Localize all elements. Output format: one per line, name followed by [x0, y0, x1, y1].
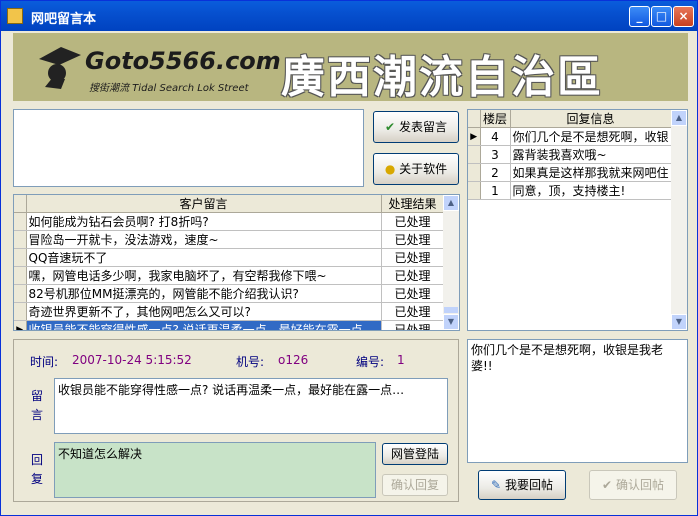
message-label-char1: 留 — [31, 389, 44, 403]
grid-corner — [468, 110, 481, 128]
maximize-button[interactable]: □ — [651, 6, 672, 27]
messages-scrollbar[interactable]: ▲ ▼ — [443, 195, 459, 330]
confirm-reply-button[interactable]: 确认回复 — [382, 474, 448, 496]
title-bar[interactable]: 网吧留言本 _ □ × — [1, 1, 697, 31]
edit-icon: ✎ — [491, 478, 502, 492]
message-cell[interactable]: 奇迹世界更新不了，其他网吧怎么又可以? — [26, 302, 382, 321]
reply-label-char1: 回 — [31, 453, 44, 467]
status-cell[interactable]: 已处理 — [381, 212, 445, 231]
message-label-char2: 言 — [31, 408, 44, 422]
app-window: 网吧留言本 _ □ × Goto5566.com 搜街潮流 Tidal Sear… — [0, 0, 698, 516]
col-header-message[interactable]: 客户留言 — [26, 195, 382, 213]
scroll-up-icon[interactable]: ▲ — [671, 110, 687, 126]
status-cell[interactable]: 已处理 — [381, 284, 445, 303]
grid-corner — [14, 195, 27, 213]
scroll-up-icon[interactable]: ▲ — [443, 195, 459, 211]
admin-login-button[interactable]: 网管登陆 — [382, 443, 448, 465]
replies-scrollbar[interactable]: ▲ ▼ — [671, 110, 687, 330]
floor-cell[interactable]: 3 — [480, 145, 511, 164]
table-row[interactable]: 奇迹世界更新不了，其他网吧怎么又可以? 已处理 — [14, 302, 445, 321]
row-indicator — [468, 163, 481, 182]
row-indicator — [468, 181, 481, 200]
time-label: 时间: — [30, 355, 59, 369]
check-icon: ✔ — [602, 478, 613, 492]
message-cell[interactable]: 如何能成为钻石会员啊? 打8折吗? — [26, 212, 382, 231]
message-cell[interactable]: 82号机那位MM挺漂亮的，网管能不能介绍我认识? — [26, 284, 382, 303]
message-cell[interactable]: QQ音速玩不了 — [26, 248, 382, 267]
table-row[interactable]: 如何能成为钻石会员啊? 打8折吗? 已处理 — [14, 212, 445, 231]
check-icon: ✔ — [385, 120, 396, 134]
post-message-button[interactable]: ✔ 发表留言 — [373, 111, 459, 143]
table-row[interactable]: 3 露背装我喜欢哦~ — [468, 145, 672, 164]
reply-cell[interactable]: 露背装我喜欢哦~ — [510, 145, 672, 164]
status-cell[interactable]: 已处理 — [381, 302, 445, 321]
app-icon — [7, 8, 23, 24]
confirm-post-button[interactable]: ✔ 确认回帖 — [589, 470, 677, 500]
window-title: 网吧留言本 — [31, 12, 97, 27]
scroll-down-icon[interactable]: ▼ — [443, 314, 459, 330]
id-label: 编号: — [356, 355, 385, 369]
status-cell[interactable]: 已处理 — [381, 320, 445, 330]
row-indicator — [14, 248, 27, 267]
logo-icon — [39, 47, 81, 89]
message-cell[interactable]: 嘿，网管电话多少啊，我家电脑坏了，有空帮我修下喂~ — [26, 266, 382, 285]
table-row[interactable]: QQ音速玩不了 已处理 — [14, 248, 445, 267]
lightbulb-icon: ● — [384, 162, 396, 176]
col-header-floor[interactable]: 楼层 — [480, 110, 511, 128]
banner-headline: 廣西潮流自治區 — [281, 52, 603, 101]
row-indicator — [14, 266, 27, 285]
col-header-status[interactable]: 处理结果 — [381, 195, 445, 213]
reply-cell[interactable]: 如果真是这样那我就来网吧住 — [510, 163, 672, 182]
message-input[interactable] — [13, 109, 364, 187]
floor-cell[interactable]: 2 — [480, 163, 511, 182]
scroll-thumb[interactable] — [444, 307, 458, 313]
replies-grid[interactable]: 楼层 回复信息 ▶ 4 你们几个是不是想死啊，收银 3 露背装我喜欢哦~ 2 如果真是这… — [467, 109, 688, 331]
reply-cell[interactable]: 你们几个是不是想死啊，收银 — [510, 127, 672, 146]
time-value: 2007-10-24 5:15:52 — [72, 353, 192, 367]
machine-value: o126 — [278, 353, 309, 367]
floor-cell[interactable]: 4 — [480, 127, 511, 146]
machine-label: 机号: — [236, 355, 265, 369]
table-row[interactable]: 2 如果真是这样那我就来网吧住 — [468, 163, 672, 182]
want-reply-button[interactable]: ✎ 我要回帖 — [478, 470, 566, 500]
about-button[interactable]: ● 关于软件 — [373, 153, 459, 185]
row-indicator — [14, 230, 27, 249]
banner: Goto5566.com 搜街潮流 Tidal Search Lok Stree… — [13, 33, 688, 101]
reply-label-char2: 复 — [31, 472, 44, 486]
table-row[interactable]: 82号机那位MM挺漂亮的，网管能不能介绍我认识? 已处理 — [14, 284, 445, 303]
table-row[interactable]: 冒险岛一开就卡，没法游戏，速度~ 已处理 — [14, 230, 445, 249]
message-cell[interactable]: 冒险岛一开就卡，没法游戏，速度~ — [26, 230, 382, 249]
row-indicator — [468, 145, 481, 164]
table-row[interactable]: 嘿，网管电话多少啊，我家电脑坏了，有空帮我修下喂~ 已处理 — [14, 266, 445, 285]
scroll-down-icon[interactable]: ▼ — [671, 314, 687, 330]
col-header-reply[interactable]: 回复信息 — [510, 110, 672, 128]
row-indicator — [14, 302, 27, 321]
minimize-button[interactable]: _ — [629, 6, 650, 27]
detail-panel: 时间: 2007-10-24 5:15:52 机号: o126 编号: 1 留 … — [13, 339, 459, 502]
reply-cell[interactable]: 同意，顶，支持楼主! — [510, 181, 672, 200]
row-indicator — [14, 212, 27, 231]
close-button[interactable]: × — [673, 6, 694, 27]
reply-textbox[interactable]: 不知道怎么解决 — [54, 442, 376, 498]
reply-detail[interactable]: 你们几个是不是想死啊，收银是我老婆!! — [467, 339, 688, 463]
status-cell[interactable]: 已处理 — [381, 248, 445, 267]
message-cell[interactable]: 收银员能不能穿得性感一点? 说话再温柔一点，最好能在露一点… — [26, 320, 382, 330]
status-cell[interactable]: 已处理 — [381, 266, 445, 285]
status-cell[interactable]: 已处理 — [381, 230, 445, 249]
table-row-selected[interactable]: ▶ 4 你们几个是不是想死啊，收银 — [468, 127, 672, 146]
current-row-arrow-icon: ▶ — [468, 127, 481, 146]
row-indicator — [14, 284, 27, 303]
site-name: Goto5566.com — [85, 47, 281, 75]
current-row-arrow-icon: ▶ — [14, 320, 27, 330]
message-detail[interactable]: 收银员能不能穿得性感一点? 说话再温柔一点，最好能在露一点… — [54, 378, 448, 434]
table-row[interactable]: 1 同意，顶，支持楼主! — [468, 181, 672, 200]
id-value: 1 — [397, 353, 405, 367]
floor-cell[interactable]: 1 — [480, 181, 511, 200]
table-row-selected[interactable]: ▶ 收银员能不能穿得性感一点? 说话再温柔一点，最好能在露一点… 已处理 — [14, 320, 445, 330]
messages-grid[interactable]: 客户留言 处理结果 如何能成为钻石会员啊? 打8折吗? 已处理 冒险岛一开就卡，没… — [13, 194, 460, 331]
site-slogan: 搜街潮流 Tidal Search Lok Street — [89, 83, 249, 94]
